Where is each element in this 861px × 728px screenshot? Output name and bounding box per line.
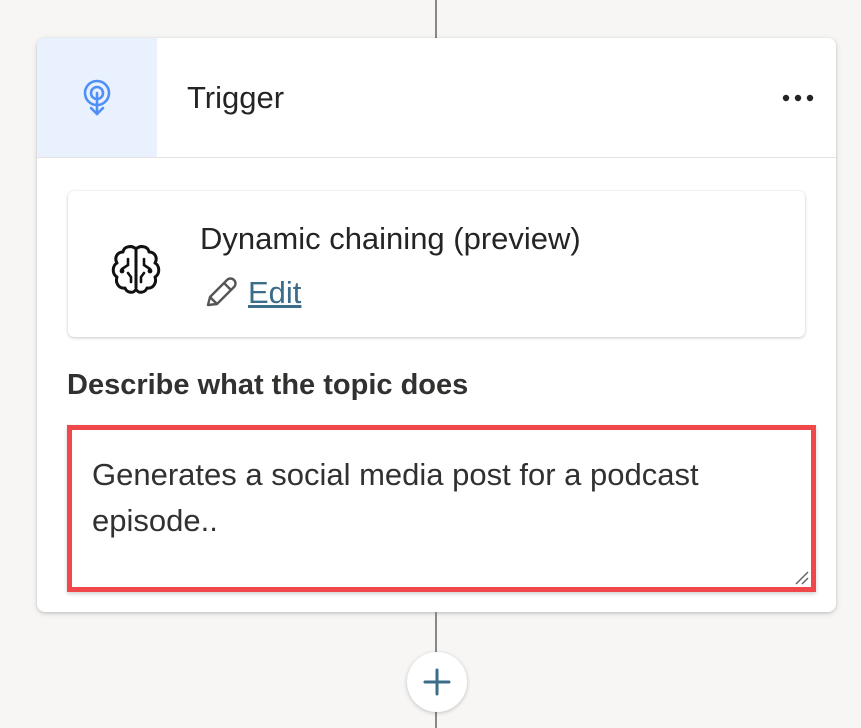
description-label: Describe what the topic does — [67, 369, 469, 401]
resize-grip-icon[interactable] — [793, 569, 809, 585]
authoring-canvas: Trigger Dynamic chaining (preview) Edit … — [0, 0, 861, 728]
trigger-node-header: Trigger — [37, 38, 836, 158]
description-value: Generates a social media post for a podc… — [92, 457, 699, 538]
edit-link-label: Edit — [248, 275, 302, 310]
more-horizontal-icon — [782, 94, 814, 102]
trigger-type-card: Dynamic chaining (preview) Edit — [68, 191, 805, 337]
add-node-button[interactable] — [407, 652, 467, 712]
brain-icon — [111, 245, 161, 294]
description-textarea[interactable]: Generates a social media post for a podc… — [67, 425, 816, 592]
pencil-icon — [206, 277, 237, 307]
edit-link[interactable]: Edit — [202, 273, 301, 313]
trigger-type-label: Dynamic chaining (preview) — [200, 221, 581, 256]
connector-line-top — [435, 0, 437, 38]
trigger-icon — [83, 79, 111, 115]
trigger-icon-cell — [37, 38, 157, 157]
plus-icon — [423, 668, 451, 696]
trigger-title: Trigger — [187, 80, 285, 115]
trigger-node-card: Trigger Dynamic chaining (preview) Edit … — [37, 38, 836, 612]
more-options-button[interactable] — [776, 76, 820, 120]
